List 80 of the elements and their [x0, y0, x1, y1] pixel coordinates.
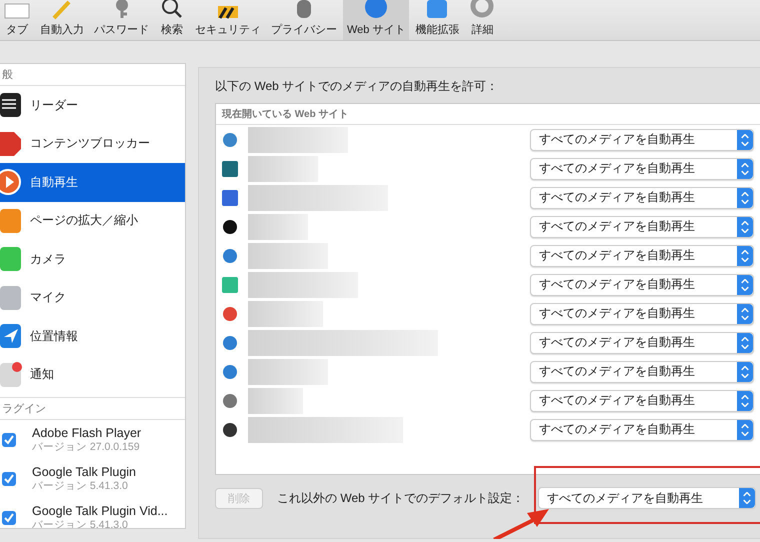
blurred-site-name: [248, 156, 318, 182]
autoplay-popup[interactable]: すべてのメディアを自動再生: [530, 186, 754, 208]
panel-heading: 以下の Web サイトでのメディアの自動再生を許可：: [215, 78, 500, 95]
up-down-chevron-icon: [741, 250, 749, 262]
up-down-chevron-icon: [741, 336, 749, 348]
toolbar-tab[interactable]: プライバシー: [267, 0, 341, 40]
sidebar-item[interactable]: リーダー: [0, 86, 185, 124]
site-favicon-icon: [222, 190, 238, 206]
plugin-name: Google Talk Plugin: [32, 464, 136, 478]
up-down-chevron-icon: [741, 394, 749, 406]
category-icon: [0, 284, 22, 311]
sidebar-item[interactable]: 位置情報: [0, 317, 185, 356]
up-down-chevron-icon: [741, 162, 749, 174]
section-header: ラグイン: [0, 397, 185, 420]
checkbox[interactable]: [2, 432, 16, 446]
category-icon: [0, 208, 22, 234]
sidebar-item[interactable]: カメラ: [0, 240, 185, 278]
sidebar-item[interactable]: コンテンツブロッカー: [0, 124, 185, 163]
sidebar-item[interactable]: 自動再生: [0, 163, 185, 202]
toolbar-tab[interactable]: タブ: [0, 0, 34, 40]
toolbar-tab[interactable]: セキュリティ: [191, 0, 265, 40]
checkmark-icon: [4, 512, 14, 522]
site-favicon-icon: [222, 218, 238, 234]
site-favicon-icon: [222, 364, 238, 380]
plugin-name: Google Talk Plugin Vid...: [32, 504, 168, 518]
category-icon: [0, 246, 22, 272]
autoplay-popup[interactable]: すべてのメディアを自動再生: [530, 244, 754, 266]
toolbar-tab[interactable]: 検索: [155, 0, 189, 40]
checkbox[interactable]: [2, 472, 16, 486]
toolbar-tab[interactable]: パスワード: [90, 0, 153, 40]
up-down-chevron-icon: [741, 278, 749, 290]
sidebar-item[interactable]: マイク: [0, 278, 185, 317]
checkbox[interactable]: [2, 510, 16, 524]
autoplay-popup[interactable]: すべてのメディアを自動再生: [530, 332, 754, 354]
checkmark-icon: [4, 434, 14, 444]
plugin-name: Adobe Flash Player: [32, 426, 142, 440]
plugin-version: バージョン 27.0.0.159: [32, 440, 141, 454]
site-favicon-icon: [222, 306, 238, 322]
default-setting-label: これ以外の Web サイトでのデフォルト設定：: [277, 490, 524, 506]
toolbar-tab[interactable]: 機能拡張: [411, 0, 464, 40]
table-header: 現在開いている Web サイト: [216, 104, 760, 125]
toolbar-tab[interactable]: 詳細: [465, 0, 500, 40]
site-favicon-icon: [222, 160, 238, 176]
up-down-chevron-icon: [741, 192, 749, 204]
autoplay-popup[interactable]: すべてのメディアを自動再生: [530, 216, 754, 238]
toolbar-tab[interactable]: Web サイト: [343, 0, 410, 40]
default-autoplay-popup[interactable]: すべてのメディアを自動再生: [538, 487, 756, 509]
site-favicon-icon: [222, 392, 238, 408]
autoplay-popup[interactable]: すべてのメディアを自動再生: [530, 302, 754, 324]
up-down-chevron-icon: [741, 366, 749, 378]
site-favicon-icon: [222, 248, 238, 264]
autoplay-popup[interactable]: すべてのメディアを自動再生: [530, 390, 754, 412]
plugin-version: バージョン 5.41.3.0: [32, 479, 129, 492]
checkmark-icon: [4, 474, 14, 484]
autoplay-popup[interactable]: すべてのメディアを自動再生: [530, 158, 754, 180]
up-down-chevron-icon: [741, 308, 749, 320]
autoplay-popup[interactable]: すべてのメディアを自動再生: [530, 274, 754, 296]
up-down-chevron-icon: [741, 424, 749, 436]
section-header: 般: [0, 64, 185, 86]
sidebar-item[interactable]: ページの拡大／縮小: [0, 202, 185, 240]
toolbar-tab[interactable]: 自動入力: [36, 0, 88, 40]
site-favicon-icon: [222, 334, 238, 350]
blurred-site-name: [248, 388, 303, 414]
category-icon: [0, 169, 22, 196]
autoplay-popup[interactable]: すべてのメディアを自動再生: [530, 360, 754, 382]
blurred-site-name: [248, 214, 308, 240]
sidebar-item[interactable]: 通知: [0, 356, 185, 394]
autoplay-popup[interactable]: すべてのメディアを自動再生: [530, 128, 754, 150]
site-favicon-icon: [222, 422, 238, 438]
toolbar-icon: [116, 0, 128, 20]
site-favicon-icon: [222, 276, 238, 292]
category-icon: [0, 130, 22, 157]
toolbar-icon: [297, 0, 311, 20]
autoplay-popup[interactable]: すべてのメディアを自動再生: [530, 418, 754, 440]
toolbar-icon: [363, 0, 390, 20]
up-down-chevron-icon: [743, 492, 752, 504]
site-favicon-icon: [222, 132, 238, 148]
up-down-chevron-icon: [741, 220, 749, 232]
up-down-chevron-icon: [741, 134, 749, 146]
toolbar-icon: [469, 0, 496, 20]
